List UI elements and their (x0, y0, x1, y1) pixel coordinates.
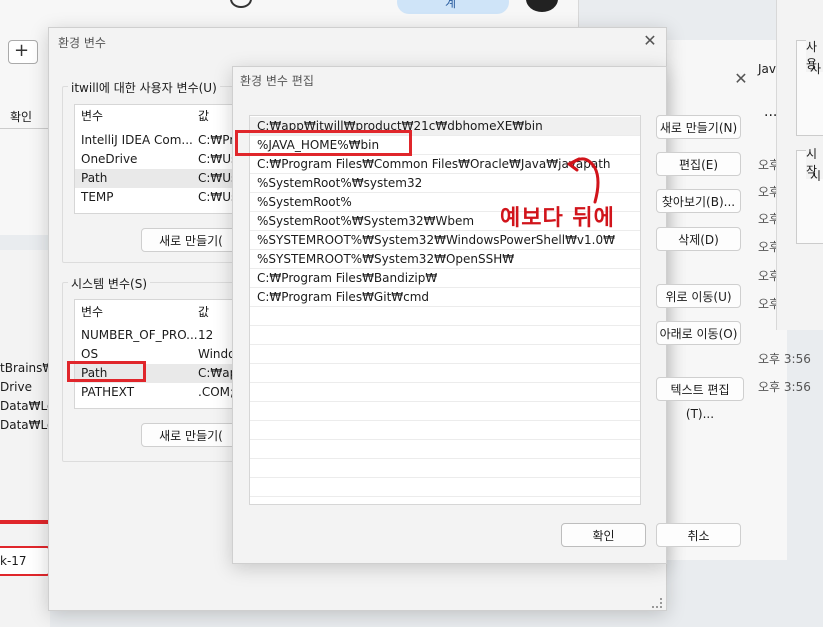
user-new-button[interactable]: 새로 만들기( (141, 228, 241, 252)
cancel-button[interactable]: 취소 (656, 523, 741, 547)
edit-button[interactable]: 편집(E) (656, 152, 741, 176)
table-cell: .COM; (198, 385, 235, 399)
delete-button[interactable]: 삭제(D) (656, 227, 741, 251)
bg-header-button-label: 계 (445, 0, 457, 10)
list-item[interactable] (250, 345, 640, 364)
table-row[interactable]: IntelliJ IDEA Com... (81, 131, 193, 150)
column-header-variable[interactable]: 변수 (81, 107, 103, 126)
list-item[interactable]: C:₩Program Files₩Git₩cmd (250, 288, 640, 307)
bg-divider (0, 128, 50, 129)
list-item[interactable] (250, 326, 640, 345)
table-cell: C:₩Pr (198, 133, 235, 147)
list-item[interactable] (250, 459, 640, 478)
edit-dialog-title: 환경 변수 편집 (240, 74, 314, 88)
column-header-value[interactable]: 값 (198, 107, 209, 126)
bg-left-list-item: Data₩Lo (0, 399, 55, 413)
bg-far-right-label: 사 (810, 62, 822, 76)
table-row[interactable]: NUMBER_OF_PRO... (81, 326, 198, 345)
env-dialog-title: 환경 변수 (58, 36, 106, 50)
browse-button[interactable]: 찾아보기(B)... (656, 189, 741, 213)
path-highlight-box (67, 361, 146, 382)
table-row[interactable]: PATHEXT (81, 383, 134, 402)
move-down-button[interactable]: 아래로 이동(O) (656, 321, 741, 345)
system-variables-list[interactable]: 변수 값 NUMBER_OF_PRO... 12 OS Windo Path C… (74, 299, 246, 409)
list-item[interactable] (250, 307, 640, 326)
table-cell: Path (81, 171, 108, 185)
bg-right-time: 오후 3:56 (758, 380, 811, 394)
close-icon[interactable]: ✕ (640, 33, 660, 49)
column-header-value[interactable]: 값 (198, 303, 209, 322)
list-item[interactable] (250, 440, 640, 459)
bg-plus-icon[interactable]: + (14, 40, 29, 61)
java-home-highlight-box (235, 130, 412, 156)
table-cell: Windo (198, 347, 236, 361)
edit-text-button[interactable]: 텍스트 편집(T)... (656, 377, 744, 421)
handwritten-annotation: 예보다 뒤에 (500, 206, 615, 231)
bg-left-list-item: Data₩Lo (0, 418, 55, 432)
list-item[interactable] (250, 364, 640, 383)
bg-right-time: 오후 3:56 (758, 352, 811, 366)
list-item[interactable]: C:₩Program Files₩Bandizip₩ (250, 269, 640, 288)
ok-button[interactable]: 확인 (561, 523, 646, 547)
bg-right-tab-label: Jav (758, 62, 776, 76)
user-variables-label: itwill에 대한 사용자 변수(U) (68, 79, 220, 96)
bg-java-input-value: k-17 (0, 554, 27, 568)
list-item[interactable]: %SYSTEMROOT%₩System32₩OpenSSH₩ (250, 250, 640, 269)
column-header-variable[interactable]: 변수 (81, 303, 103, 322)
system-new-button[interactable]: 새로 만들기( (141, 423, 241, 447)
bg-red-bar (0, 520, 50, 524)
list-item[interactable] (250, 402, 640, 421)
close-icon[interactable]: ✕ (731, 71, 751, 87)
list-item[interactable] (250, 421, 640, 440)
bg-far-right-label: 시 (810, 169, 822, 183)
new-button[interactable]: 새로 만들기(N) (656, 115, 741, 139)
bg-confirm-label[interactable]: 확인 (10, 108, 32, 125)
user-variables-list[interactable]: 변수 값 IntelliJ IDEA Com... C:₩Pr OneDrive… (74, 104, 246, 214)
list-item[interactable]: %SYSTEMROOT%₩System32₩WindowsPowerShell₩… (250, 231, 640, 250)
resize-grip-icon[interactable] (652, 598, 662, 608)
bg-left-list-item: Drive (0, 380, 32, 394)
table-row[interactable]: OneDrive (81, 150, 137, 169)
table-row[interactable]: TEMP (81, 188, 114, 207)
table-cell: 12 (198, 328, 214, 342)
list-item[interactable] (250, 383, 640, 402)
list-item[interactable] (250, 478, 640, 497)
move-up-button[interactable]: 위로 이동(U) (656, 284, 741, 308)
system-variables-label: 시스템 변수(S) (68, 275, 150, 292)
